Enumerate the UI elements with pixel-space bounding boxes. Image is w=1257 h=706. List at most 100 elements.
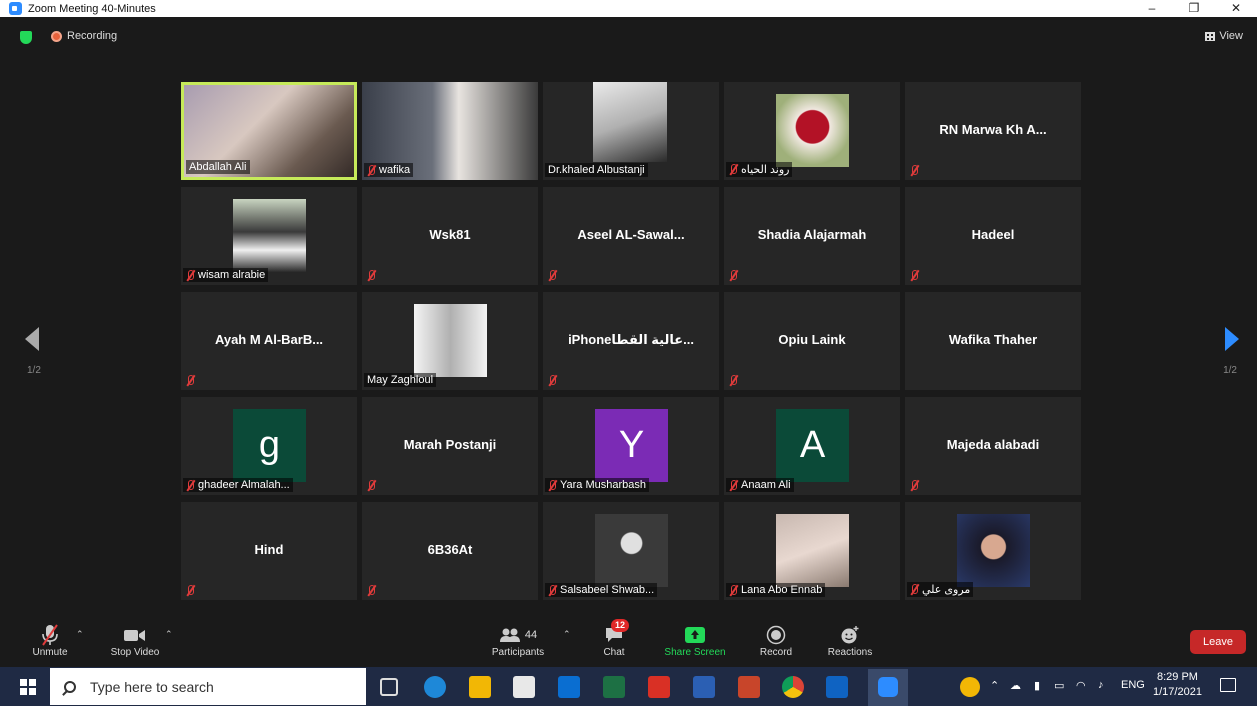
- page-indicator-right: 1/2: [1223, 365, 1237, 376]
- participant-tile[interactable]: Hadeel: [905, 187, 1081, 285]
- tray-network-icon[interactable]: ☁: [1010, 679, 1021, 692]
- stop-video-button[interactable]: Stop Video: [105, 623, 165, 658]
- close-button[interactable]: ✕: [1215, 0, 1257, 17]
- muted-mic-icon: [910, 584, 919, 595]
- participant-tile[interactable]: Ayah M Al-BarB...: [181, 292, 357, 390]
- reactions-button[interactable]: Reactions: [824, 623, 876, 658]
- participant-tile[interactable]: Hind: [181, 502, 357, 600]
- audio-options-chevron-icon[interactable]: ⌃: [76, 629, 84, 640]
- participant-tile[interactable]: Y Yara Musharbash: [543, 397, 719, 495]
- language-indicator[interactable]: ENG: [1121, 679, 1145, 691]
- edge-browser-icon[interactable]: [424, 676, 446, 698]
- minimize-button[interactable]: –: [1131, 0, 1173, 17]
- participant-name: Anaam Ali: [741, 479, 791, 491]
- microsoft-store-icon[interactable]: [513, 676, 535, 698]
- chrome-icon[interactable]: [782, 676, 804, 698]
- participant-tile[interactable]: Lana Abo Ennab: [724, 502, 900, 600]
- participant-display-name: Hadeel: [971, 227, 1015, 242]
- participant-tile[interactable]: wafika: [362, 82, 538, 180]
- participant-video: [414, 304, 487, 377]
- participant-display-name: iPhoneعالية القطا...: [568, 332, 694, 347]
- participant-name-label: مروى علي: [907, 582, 974, 597]
- muted-mic-icon: [729, 270, 738, 281]
- restore-button[interactable]: ❐: [1173, 0, 1215, 17]
- tray-wifi-icon[interactable]: ◠: [1076, 679, 1086, 692]
- video-options-chevron-icon[interactable]: ⌃: [165, 629, 173, 640]
- tray-chevron-icon[interactable]: ⌃: [990, 679, 999, 692]
- help-icon[interactable]: [960, 677, 980, 697]
- encryption-shield-icon[interactable]: [20, 31, 32, 44]
- participant-video: [593, 82, 667, 162]
- participant-tile[interactable]: Aseel AL-Sawal...: [543, 187, 719, 285]
- participant-tile[interactable]: 6B36At: [362, 502, 538, 600]
- muted-mic-icon: [28, 623, 72, 647]
- view-button[interactable]: View: [1205, 30, 1243, 42]
- video-camera-icon: [105, 623, 165, 647]
- participant-tile[interactable]: Abdallah Ali: [181, 82, 357, 180]
- participant-name: ghadeer Almalah...: [198, 479, 290, 491]
- next-page-arrow-icon[interactable]: [1225, 327, 1239, 351]
- unmute-button[interactable]: Unmute: [28, 623, 72, 658]
- participant-display-name: Wsk81: [429, 227, 471, 242]
- windows-start-icon[interactable]: [20, 679, 36, 695]
- participant-name-label: Anaam Ali: [726, 478, 794, 492]
- zoom-taskbar-icon[interactable]: [868, 669, 908, 706]
- task-view-icon[interactable]: [380, 678, 398, 696]
- participant-tile[interactable]: Wafika Thaher: [905, 292, 1081, 390]
- participant-tile[interactable]: Wsk81: [362, 187, 538, 285]
- participant-tile[interactable]: مروى علي: [905, 502, 1081, 600]
- participant-tile[interactable]: A Anaam Ali: [724, 397, 900, 495]
- reactions-smiley-icon: [824, 623, 876, 647]
- participant-tile[interactable]: g ghadeer Almalah...: [181, 397, 357, 495]
- muted-mic-icon: [910, 480, 919, 491]
- outlook-icon[interactable]: [826, 676, 848, 698]
- participants-button[interactable]: 44 Participants: [488, 623, 548, 658]
- record-button[interactable]: Record: [756, 623, 796, 658]
- leave-button[interactable]: Leave: [1190, 630, 1246, 654]
- participants-chevron-icon[interactable]: ⌃: [563, 629, 571, 640]
- participant-name: May Zaghloul: [367, 374, 434, 386]
- meeting-toolbar: Unmute ⌃ Stop Video ⌃ 44 Participants ⌃ …: [0, 617, 1257, 667]
- participant-tile[interactable]: wisam alrabie: [181, 187, 357, 285]
- participant-tile[interactable]: RN Marwa Kh A...: [905, 82, 1081, 180]
- participant-avatar: Y: [595, 409, 668, 482]
- participant-tile[interactable]: Majeda alabadi: [905, 397, 1081, 495]
- file-explorer-icon[interactable]: [469, 676, 491, 698]
- participant-video: [233, 199, 306, 272]
- participant-display-name: Shadia Alajarmah: [757, 227, 867, 242]
- share-screen-button[interactable]: Share Screen: [662, 623, 728, 658]
- participant-tile[interactable]: Dr.khaled Albustanji: [543, 82, 719, 180]
- chat-button[interactable]: 12 Chat: [598, 619, 630, 658]
- participant-tile[interactable]: روند الحياه: [724, 82, 900, 180]
- participant-tile[interactable]: Shadia Alajarmah: [724, 187, 900, 285]
- word-icon[interactable]: [693, 676, 715, 698]
- grid-icon: [1205, 31, 1216, 41]
- prev-page-arrow-icon[interactable]: [25, 327, 39, 351]
- notifications-icon[interactable]: [1220, 678, 1236, 692]
- participant-name-label: wafika: [364, 163, 414, 177]
- muted-mic-icon: [186, 269, 195, 281]
- muted-mic-icon: [548, 375, 557, 386]
- chat-badge: 12: [611, 619, 630, 632]
- recording-label[interactable]: Recording: [67, 30, 117, 42]
- participants-label: Participants: [491, 647, 545, 658]
- tray-microphone-icon[interactable]: ▮: [1034, 679, 1040, 692]
- participant-tile[interactable]: Salsabeel Shwab...: [543, 502, 719, 600]
- participant-tile[interactable]: Marah Postanji: [362, 397, 538, 495]
- window-title: Zoom Meeting 40-Minutes: [28, 2, 156, 15]
- taskbar-search-box[interactable]: Type here to search: [50, 668, 366, 705]
- excel-icon[interactable]: [603, 676, 625, 698]
- zoom-app-icon: [9, 2, 22, 15]
- muted-mic-icon: [367, 585, 376, 596]
- search-icon: [64, 680, 76, 693]
- taskbar-clock[interactable]: 8:29 PM 1/17/2021: [1153, 670, 1202, 700]
- tray-battery-icon[interactable]: ▭: [1054, 679, 1064, 692]
- participant-tile[interactable]: May Zaghloul: [362, 292, 538, 390]
- participant-tile[interactable]: iPhoneعالية القطا...: [543, 292, 719, 390]
- mail-icon[interactable]: [558, 676, 580, 698]
- powerpoint-icon[interactable]: [738, 676, 760, 698]
- participant-display-name: Marah Postanji: [403, 437, 497, 452]
- participant-tile[interactable]: Opiu Laink: [724, 292, 900, 390]
- tray-volume-icon[interactable]: ♪: [1098, 679, 1104, 691]
- acrobat-reader-icon[interactable]: [648, 676, 670, 698]
